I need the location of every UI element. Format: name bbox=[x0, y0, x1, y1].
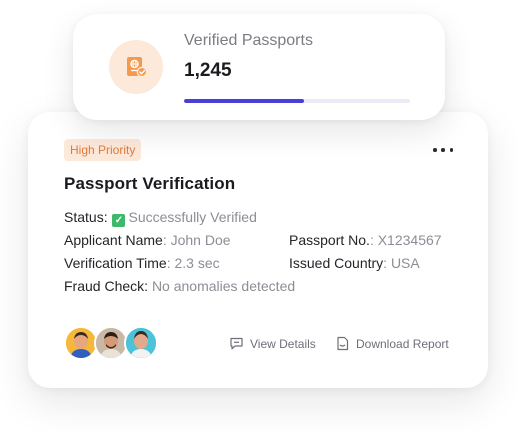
issued-country-row: Issued Country: USA bbox=[289, 255, 420, 271]
stat-value: 1,245 bbox=[184, 60, 232, 81]
passport-no-value: : X1234567 bbox=[369, 232, 442, 248]
avatar[interactable] bbox=[124, 326, 158, 360]
avatar[interactable] bbox=[64, 326, 98, 360]
verification-time-label: Verification Time bbox=[64, 255, 167, 271]
more-options-icon[interactable] bbox=[433, 142, 453, 158]
verification-time-value: : 2.3 sec bbox=[166, 255, 220, 271]
passport-icon bbox=[109, 40, 163, 94]
stat-label: Verified Passports bbox=[184, 32, 313, 49]
issued-country-value: : USA bbox=[383, 255, 420, 271]
verification-progress-bar bbox=[184, 99, 410, 103]
passport-no-row: Passport No.: X1234567 bbox=[289, 232, 442, 248]
passport-no-label: Passport No. bbox=[289, 232, 370, 248]
verification-time-row: Verification Time: 2.3 sec bbox=[64, 255, 220, 271]
verified-passports-stat-card: Verified Passports 1,245 bbox=[73, 14, 445, 120]
view-details-label: View Details bbox=[250, 336, 316, 351]
avatar[interactable] bbox=[94, 326, 128, 360]
fraud-check-label: Fraud Check: bbox=[64, 278, 149, 294]
issued-country-label: Issued Country bbox=[289, 255, 384, 271]
applicant-name-row: Applicant Name: John Doe bbox=[64, 232, 231, 248]
priority-badge: High Priority bbox=[64, 139, 142, 161]
check-mark-icon: ✓ bbox=[112, 214, 126, 227]
passport-verification-card: High Priority Passport Verification Stat… bbox=[28, 112, 488, 388]
status-row: Status: ✓ Successfully Verified bbox=[64, 209, 257, 227]
status-label: Status: bbox=[64, 209, 108, 225]
download-report-label: Download Report bbox=[356, 336, 449, 351]
fraud-check-row: Fraud Check: No anomalies detected bbox=[64, 278, 295, 294]
view-details-button[interactable]: View Details bbox=[229, 336, 316, 351]
fraud-check-value: No anomalies detected bbox=[151, 278, 296, 294]
applicant-name-label: Applicant Name bbox=[64, 232, 163, 248]
document-icon bbox=[337, 336, 349, 351]
applicant-name-value: : John Doe bbox=[162, 232, 231, 248]
comment-icon bbox=[230, 337, 243, 350]
download-report-button[interactable]: Download Report bbox=[335, 336, 449, 351]
status-value: Successfully Verified bbox=[128, 209, 257, 225]
progress-fill bbox=[184, 99, 304, 103]
card-title: Passport Verification bbox=[64, 174, 236, 193]
